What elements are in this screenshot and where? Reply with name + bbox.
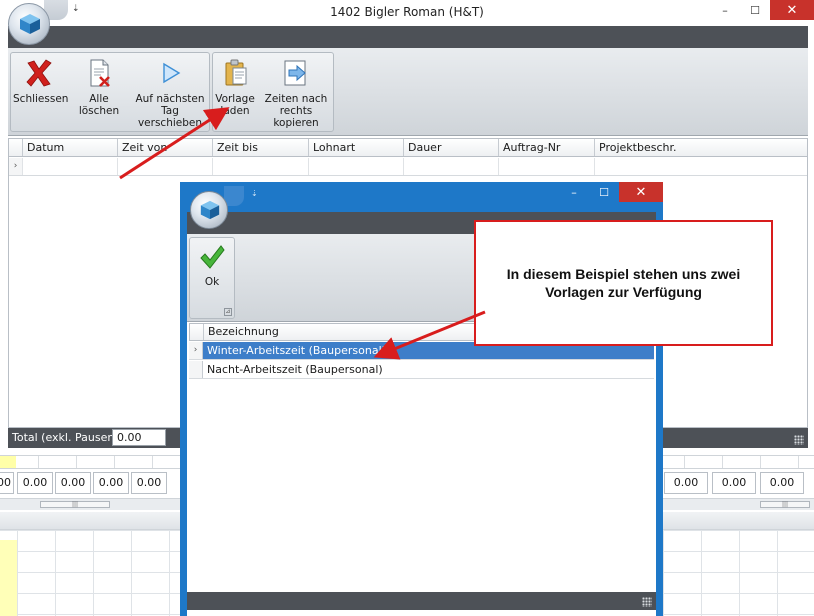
resize-grip-icon[interactable] (794, 435, 804, 445)
auf-naechsten-tag-verschieben-button[interactable]: Auf nächsten Tag verschieben (129, 57, 211, 129)
callout-text: In diesem Beispiel stehen uns zwei Vorla… (506, 266, 741, 300)
grid-header: Datum Zeit von Zeit bis Lohnart Dauer Au… (9, 139, 807, 157)
list-item[interactable]: Nacht-Arbeitszeit (Baupersonal) (189, 361, 654, 379)
application-menu-button[interactable] (8, 3, 50, 45)
minimize-button[interactable]: – (710, 0, 740, 20)
dialog-application-menu-button[interactable] (190, 191, 228, 229)
week-cell[interactable]: 0.00 (55, 472, 91, 494)
scroll-thumb-left[interactable]: ||| (40, 501, 110, 508)
cube-logo-icon (200, 200, 220, 220)
list-selector-header (190, 324, 204, 340)
zeiten-nach-rechts-kopieren-button[interactable]: Zeiten nach rechts kopieren (259, 57, 333, 129)
row-selector (189, 361, 203, 378)
main-title-bar: ⇣ 1402 Bigler Roman (H&T) – ☐ ✕ (0, 0, 814, 26)
clipboard-template-icon (225, 59, 247, 86)
red-x-icon (26, 59, 52, 87)
total-label: Total (exkl. Pausen) (12, 431, 119, 444)
column-datum[interactable]: Datum (23, 139, 118, 156)
ribbon: Schliessen Alle löschen Auf nächsten Tag… (8, 48, 808, 136)
copy-right-icon (284, 60, 306, 86)
alle-loeschen-button[interactable]: Alle löschen (69, 57, 129, 117)
dialog-launcher-icon[interactable]: ⊿ (224, 308, 232, 316)
ribbon-group-actions: Schliessen Alle löschen Auf nächsten Tag… (10, 52, 210, 132)
column-lohnart[interactable]: Lohnart (309, 139, 404, 156)
list-item-label: Nacht-Arbeitszeit (Baupersonal) (207, 363, 383, 376)
week-cell[interactable]: 0.00 (760, 472, 804, 494)
row-indicator-icon: › (9, 158, 23, 175)
annotation-callout: In diesem Beispiel stehen uns zwei Vorla… (474, 220, 773, 346)
week-cell[interactable]: 00 (0, 472, 14, 494)
dialog-resize-grip-icon[interactable] (642, 597, 652, 607)
scroll-thumb-right[interactable]: ||| (760, 501, 810, 508)
column-zeit-von[interactable]: Zeit von (118, 139, 213, 156)
ribbon-group-templates: Vorlage laden Zeiten nach rechts kopiere… (212, 52, 334, 132)
dialog-close-button[interactable]: ✕ (619, 182, 663, 202)
week-cell[interactable]: 0.00 (93, 472, 129, 494)
column-auftrag-nr[interactable]: Auftrag-Nr (499, 139, 595, 156)
dialog-status-bar (187, 592, 656, 610)
dialog-minimize-button[interactable]: – (559, 182, 589, 202)
ok-button[interactable]: Ok (194, 242, 230, 288)
grid-selector-header (9, 139, 23, 156)
delete-document-icon (90, 59, 110, 87)
window-title: 1402 Bigler Roman (H&T) (330, 5, 484, 19)
week-cell[interactable]: 0.00 (17, 472, 53, 494)
checkmark-icon (200, 245, 225, 269)
dialog-quick-access-dropdown-icon[interactable]: ⇣ (251, 189, 258, 198)
column-projektbeschr[interactable]: Projektbeschr. (595, 139, 807, 156)
table-row[interactable]: › (9, 158, 807, 176)
week-cell[interactable]: 0.00 (664, 472, 708, 494)
column-zeit-bis[interactable]: Zeit bis (213, 139, 309, 156)
total-value: 0.00 (112, 429, 166, 446)
row-indicator-icon: › (189, 342, 203, 359)
column-dauer[interactable]: Dauer (404, 139, 499, 156)
dialog-ribbon-group: Ok ⊿ (189, 237, 235, 319)
highlight-cell (0, 456, 16, 468)
dialog-maximize-button[interactable]: ☐ (589, 182, 619, 202)
close-button[interactable]: ✕ (770, 0, 814, 20)
play-arrow-icon (163, 62, 181, 84)
schedule-highlight-column (0, 540, 17, 616)
schliessen-button[interactable]: Schliessen (13, 57, 68, 105)
column-bezeichnung[interactable]: Bezeichnung (204, 324, 279, 340)
week-cell[interactable]: 0.00 (712, 472, 756, 494)
ribbon-tab-strip (8, 26, 808, 48)
week-cell[interactable]: 0.00 (131, 472, 167, 494)
maximize-button[interactable]: ☐ (740, 0, 770, 20)
cube-logo-icon (20, 14, 40, 34)
vorlage-laden-button[interactable]: Vorlage laden (215, 57, 255, 117)
